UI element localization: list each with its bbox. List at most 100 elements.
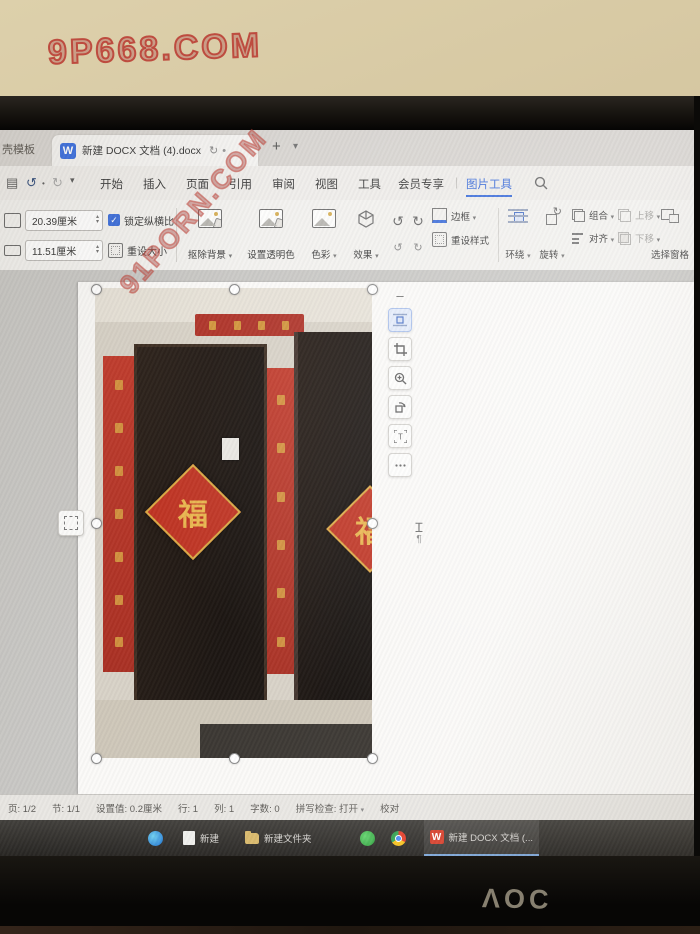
handle-bottom-left[interactable] — [91, 753, 102, 764]
layout-options-button[interactable] — [388, 308, 412, 332]
handle-top-left[interactable] — [91, 284, 102, 295]
height-value: 20.39厘米 — [32, 213, 77, 228]
lock-aspect-ratio[interactable]: ✓ 锁定纵横比 — [108, 208, 174, 232]
menu-membership[interactable]: 会员专享 — [398, 176, 444, 192]
status-word-count[interactable]: 字数: 0 — [250, 801, 280, 815]
border-icon — [432, 208, 447, 223]
height-icon — [4, 213, 21, 228]
monitor-brand-logo: ΛOC — [482, 883, 553, 916]
wrap-anchor-button[interactable] — [58, 510, 84, 536]
status-spellcheck[interactable]: 拼写检查: 打开 ▾ — [296, 801, 364, 815]
ribbon-separator — [176, 208, 177, 262]
text-cursor: Ɪ ¶ — [412, 522, 426, 545]
menu-review[interactable]: 审阅 — [272, 176, 295, 192]
flip-horizontal-icon[interactable]: ↺ — [393, 241, 402, 254]
height-stepper[interactable]: ▴▾ — [96, 215, 99, 225]
dotted-square-icon — [64, 516, 78, 530]
paragraph-mark-icon: ¶ — [412, 534, 426, 545]
handle-mid-left[interactable] — [91, 518, 102, 529]
border-button[interactable]: 边框 ▾ — [432, 208, 489, 223]
selection-pane-button[interactable]: 选择窗格 — [648, 206, 692, 264]
handle-bottom-center[interactable] — [229, 753, 240, 764]
redo-icon[interactable]: ↻ — [52, 175, 63, 191]
browser-icon[interactable] — [148, 831, 163, 846]
rotate-left-icon[interactable]: ↺ — [392, 213, 404, 230]
monitor-screen: 壳模板 W 新建 DOCX 文档 (4).docx ↻ • + ▾ ▤ ↺ • … — [0, 130, 694, 856]
more-options-button[interactable] — [388, 453, 412, 477]
send-backward-icon — [618, 232, 631, 245]
menu-references[interactable]: 引用 — [229, 176, 252, 192]
width-icon — [4, 245, 21, 256]
undo-icon[interactable]: ↺ — [26, 175, 37, 191]
wechat-icon[interactable] — [360, 831, 375, 846]
photo-doormat — [200, 724, 372, 758]
new-tab-button[interactable]: + — [272, 138, 281, 155]
width-stepper[interactable]: ▴▾ — [96, 245, 99, 255]
menu-home[interactable]: 开始 — [100, 176, 123, 192]
wrap-button[interactable]: 环绕 ▾ — [502, 206, 534, 264]
status-section: 节: 1/1 — [52, 801, 80, 815]
photo-of-monitor: 9P668.COM 壳模板 W 新建 DOCX 文档 (4).docx ↻ • … — [0, 0, 700, 934]
caption-text-button[interactable]: T — [388, 424, 412, 448]
photo-red-sign — [195, 314, 304, 336]
taskbar-item-folder[interactable]: 新建文件夹 — [239, 820, 318, 856]
checkbox-checked-icon[interactable]: ✓ — [108, 214, 120, 226]
status-proofread[interactable]: 校对 — [380, 801, 399, 815]
taskbar-folder-label: 新建文件夹 — [264, 831, 312, 845]
menu-insert[interactable]: 插入 — [143, 176, 166, 192]
color-button[interactable]: 色彩 ▾ — [304, 206, 344, 264]
save-icon[interactable]: ▤ — [6, 175, 18, 191]
templates-tab-partial[interactable]: 壳模板 — [2, 141, 35, 157]
group-button[interactable]: 组合 ▾ — [572, 208, 614, 222]
rotate-picture-button[interactable] — [388, 395, 412, 419]
menu-page[interactable]: 页面 — [186, 176, 209, 192]
effects-cube-icon — [356, 209, 376, 229]
remove-background-icon — [198, 209, 222, 228]
tab-list-chevron-icon[interactable]: ▾ — [293, 141, 298, 152]
color-icon — [312, 209, 336, 228]
align-button[interactable]: 对齐 ▾ — [572, 231, 614, 245]
handle-bottom-right[interactable] — [367, 753, 378, 764]
handle-top-center[interactable] — [229, 284, 240, 295]
menu-tools[interactable]: 工具 — [358, 176, 381, 192]
collapse-toolbar-button[interactable]: – — [396, 288, 403, 303]
set-transparent-color-button[interactable]: 设置透明色 — [240, 206, 302, 264]
handle-top-right[interactable] — [367, 284, 378, 295]
rotate-object-icon — [544, 209, 560, 225]
flip-vertical-icon[interactable]: ↻ — [413, 241, 422, 254]
chrome-icon[interactable] — [391, 831, 406, 846]
height-input[interactable]: 20.39厘米 ▴▾ — [25, 210, 103, 231]
zoom-button[interactable] — [388, 366, 412, 390]
reset-size-button[interactable]: 重设大小 — [108, 238, 167, 262]
menu-picture-tools[interactable]: 图片工具 — [466, 176, 512, 197]
handle-mid-right[interactable] — [367, 518, 378, 529]
document-tab[interactable]: W 新建 DOCX 文档 (4).docx ↻ • — [52, 135, 258, 166]
quickbar-chevron-icon[interactable]: ▾ — [70, 175, 75, 186]
search-icon[interactable] — [534, 176, 548, 190]
document-tab-title: 新建 DOCX 文档 (4).docx — [82, 143, 201, 158]
rotate-button[interactable]: 旋转 ▾ — [536, 206, 568, 264]
taskbar-wps-label: 新建 DOCX 文档 (... — [449, 830, 533, 844]
align-icon — [572, 232, 585, 245]
status-column: 列: 1 — [214, 801, 234, 815]
photo-couplet-left — [103, 356, 133, 672]
status-line: 行: 1 — [178, 801, 198, 815]
embedded-picture[interactable]: 福 福 — [95, 288, 372, 758]
tab-status-dot-icon: • — [222, 145, 226, 157]
status-page: 页: 1/2 — [8, 801, 36, 815]
rotate-right-icon[interactable]: ↻ — [412, 213, 424, 230]
ibeam-icon: Ɪ — [412, 522, 426, 534]
svg-text:T: T — [398, 432, 403, 441]
menu-view[interactable]: 视图 — [315, 176, 338, 192]
monitor-bottom-bezel: ΛOC — [0, 856, 700, 926]
taskbar-item-wps-active[interactable]: W 新建 DOCX 文档 (... — [424, 820, 539, 856]
reset-style-icon — [432, 232, 447, 247]
reset-style-button[interactable]: 重设样式 — [432, 232, 489, 247]
selection-pane-icon — [661, 209, 679, 223]
remove-background-button[interactable]: 抠除背景 ▾ — [182, 206, 238, 264]
width-input[interactable]: 11.51厘米 ▴▾ — [25, 240, 103, 261]
effects-button[interactable]: 效果 ▾ — [346, 206, 386, 264]
crop-button[interactable] — [388, 337, 412, 361]
document-page[interactable]: 福 福 — [78, 282, 694, 794]
taskbar-item-new[interactable]: 新建 — [177, 820, 225, 856]
